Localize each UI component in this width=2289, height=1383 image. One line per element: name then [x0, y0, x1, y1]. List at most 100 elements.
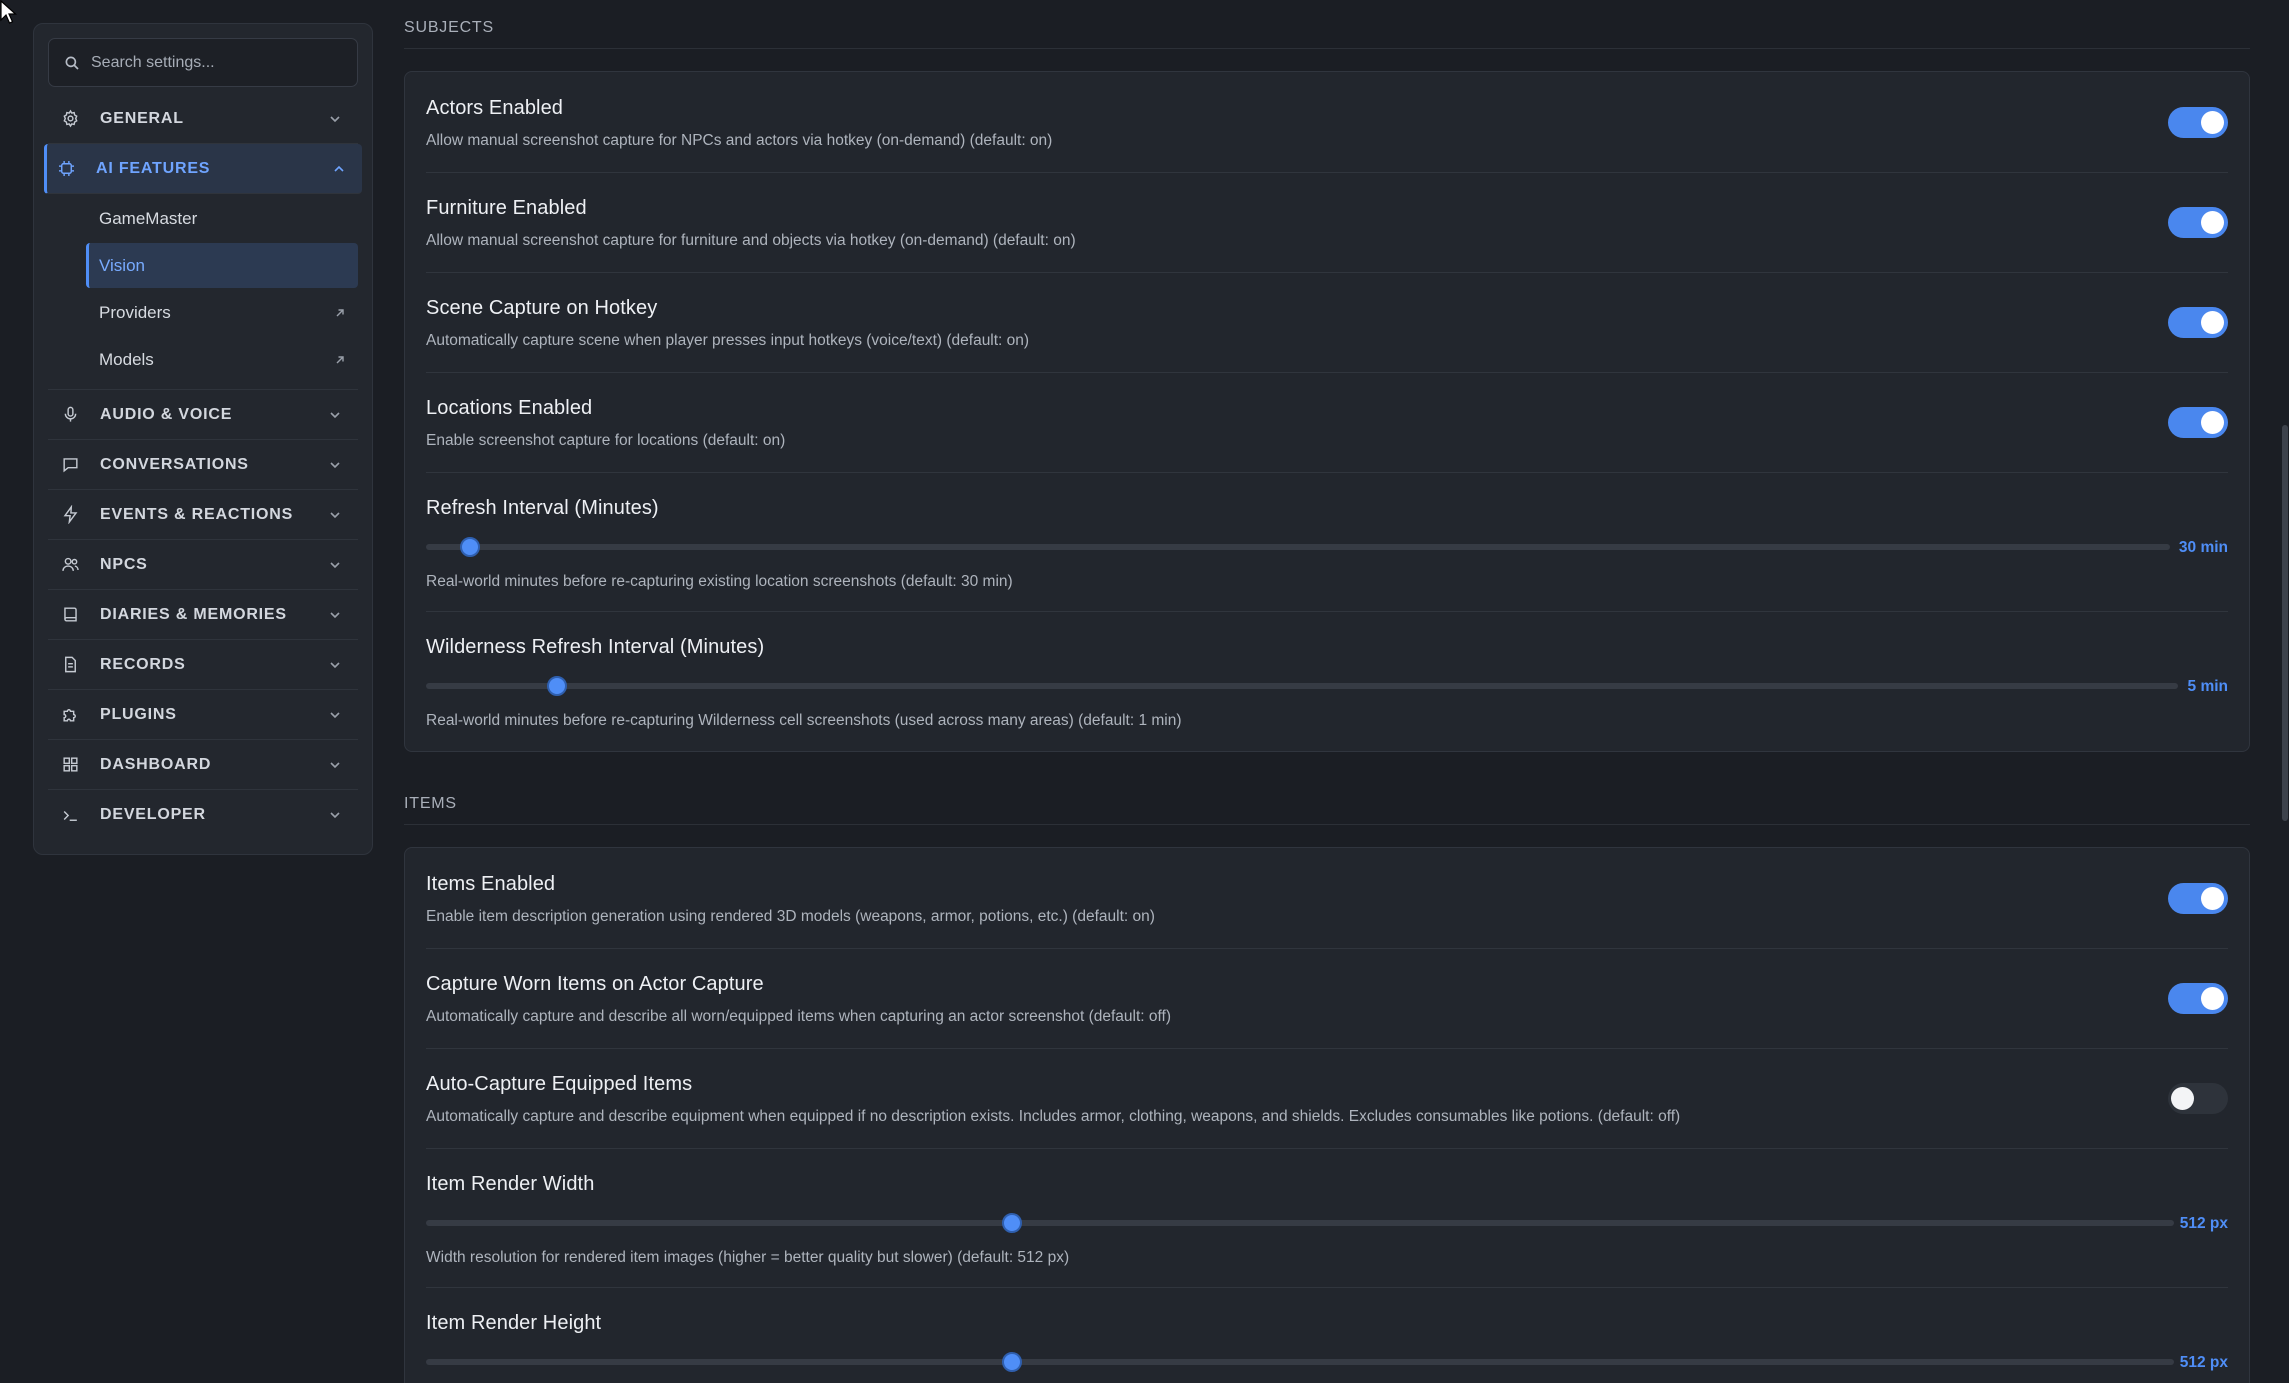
- setting-title: Refresh Interval (Minutes): [426, 497, 659, 519]
- section-divider: [404, 48, 2250, 49]
- sidebar-item-diaries-memories[interactable]: DIARIES & MEMORIES: [48, 590, 358, 640]
- chat-bubble-icon: [60, 455, 80, 475]
- setting-description: Enable item description generation using…: [426, 908, 1155, 925]
- chevron-down-icon: [330, 661, 340, 668]
- document-icon: [60, 655, 80, 675]
- slider-thumb[interactable]: [547, 676, 568, 696]
- slider-track: [426, 683, 2178, 689]
- setting-title: Item Render Width: [426, 1173, 595, 1195]
- capture-worn-items-toggle[interactable]: [2168, 983, 2228, 1014]
- external-link-icon: [336, 308, 344, 316]
- sidebar-item-general[interactable]: GENERAL: [48, 94, 358, 144]
- wilderness-refresh-slider[interactable]: [426, 676, 2178, 696]
- auto-capture-equipped-toggle[interactable]: [2168, 1083, 2228, 1114]
- sidebar-subitem-providers[interactable]: Providers: [86, 290, 358, 335]
- sidebar-item-conversations[interactable]: CONVERSATIONS: [48, 440, 358, 490]
- setting-item-render-height: Item Render Height 512 px: [426, 1288, 2228, 1383]
- section-title-items: ITEMS: [404, 795, 457, 812]
- refresh-interval-slider[interactable]: [426, 537, 2170, 557]
- slider-thumb[interactable]: [459, 537, 480, 557]
- scene-capture-toggle[interactable]: [2168, 307, 2228, 338]
- sidebar-item-label: AI FEATURES: [96, 159, 211, 177]
- grid-icon: [60, 755, 80, 775]
- sidebar-subitem-gamemaster[interactable]: GameMaster: [86, 196, 358, 241]
- sidebar-item-label: PLUGINS: [100, 705, 177, 723]
- microphone-icon: [60, 405, 80, 425]
- sidebar-item-ai-features[interactable]: AI FEATURES: [44, 144, 362, 194]
- sidebar-subitem-label: GameMaster: [99, 208, 198, 228]
- toggle-knob: [2201, 111, 2224, 134]
- section-title-subjects: SUBJECTS: [404, 19, 494, 36]
- setting-items-enabled: Items Enabled Enable item description ge…: [426, 848, 2228, 949]
- sidebar-item-dashboard[interactable]: DASHBOARD: [48, 740, 358, 790]
- sidebar-item-label: CONVERSATIONS: [100, 455, 249, 473]
- chevron-down-icon: [330, 411, 340, 418]
- setting-title: Locations Enabled: [426, 397, 593, 419]
- setting-title: Items Enabled: [426, 873, 556, 895]
- setting-title: Scene Capture on Hotkey: [426, 297, 658, 319]
- items-enabled-toggle[interactable]: [2168, 883, 2228, 914]
- setting-description: Automatically capture and describe all w…: [426, 1008, 1171, 1025]
- sidebar-item-records[interactable]: RECORDS: [48, 640, 358, 690]
- setting-title: Furniture Enabled: [426, 197, 587, 219]
- sidebar-item-developer[interactable]: DEVELOPER: [48, 790, 358, 840]
- sidebar-subitem-label: Vision: [99, 255, 145, 275]
- chevron-down-icon: [330, 561, 340, 568]
- slider-value: 5 min: [2187, 678, 2228, 695]
- setting-description: Width resolution for rendered item image…: [426, 1249, 1070, 1266]
- setting-actors-enabled: Actors Enabled Allow manual screenshot c…: [426, 72, 2228, 173]
- setting-title: Auto-Capture Equipped Items: [426, 1073, 693, 1095]
- sidebar: GENERAL AI FEATURES GameMaster Vision Pr…: [33, 23, 373, 855]
- sidebar-item-label: GENERAL: [100, 109, 184, 127]
- sidebar-item-audio-voice[interactable]: AUDIO & VOICE: [48, 390, 358, 440]
- slider-value: 30 min: [2178, 539, 2228, 556]
- sidebar-item-plugins[interactable]: PLUGINS: [48, 690, 358, 740]
- chevron-down-icon: [330, 511, 340, 518]
- toggle-knob: [2201, 311, 2224, 334]
- setting-item-render-width: Item Render Width 512 px Width resolutio…: [426, 1149, 2228, 1288]
- sidebar-item-label: DEVELOPER: [100, 806, 206, 823]
- items-card: Items Enabled Enable item description ge…: [404, 847, 2250, 1383]
- setting-description: Automatically capture scene when player …: [426, 332, 1030, 349]
- chevron-down-icon: [330, 461, 340, 468]
- scrollbar-thumb[interactable]: [2282, 425, 2288, 821]
- mouse-pointer-icon: [0, 0, 18, 24]
- slider-thumb[interactable]: [1001, 1213, 1022, 1233]
- external-link-icon: [336, 355, 344, 363]
- slider-thumb[interactable]: [1001, 1352, 1022, 1372]
- search-box[interactable]: [48, 38, 358, 87]
- toggle-knob: [2171, 1087, 2194, 1110]
- cpu-icon: [56, 159, 76, 179]
- search-input[interactable]: [91, 53, 357, 72]
- sidebar-item-events-reactions[interactable]: EVENTS & REACTIONS: [48, 490, 358, 540]
- section-divider: [404, 824, 2250, 825]
- setting-locations-enabled: Locations Enabled Enable screenshot capt…: [426, 373, 2228, 473]
- toggle-knob: [2201, 411, 2224, 434]
- sidebar-item-npcs[interactable]: NPCS: [48, 540, 358, 590]
- sidebar-subitem-models[interactable]: Models: [86, 337, 358, 382]
- sidebar-item-label: DIARIES & MEMORIES: [100, 605, 287, 623]
- search-icon: [65, 56, 79, 70]
- settings-app: GENERAL AI FEATURES GameMaster Vision Pr…: [0, 0, 2289, 1383]
- item-render-width-slider[interactable]: [426, 1213, 2174, 1233]
- item-render-height-slider[interactable]: [426, 1352, 2174, 1372]
- users-icon: [60, 555, 80, 575]
- setting-auto-capture-equipped: Auto-Capture Equipped Items Automaticall…: [426, 1049, 2228, 1149]
- slider-value: 512 px: [2179, 1354, 2228, 1371]
- terminal-icon: [60, 805, 80, 825]
- setting-description: Allow manual screenshot capture for NPCs…: [426, 132, 1053, 149]
- setting-description: Enable screenshot capture for locations …: [426, 432, 786, 449]
- ai-features-submenu: GameMaster Vision Providers Models: [48, 196, 358, 390]
- sidebar-subitem-vision[interactable]: Vision: [86, 243, 358, 288]
- lightning-icon: [60, 505, 80, 525]
- locations-enabled-toggle[interactable]: [2168, 407, 2228, 438]
- furniture-enabled-toggle[interactable]: [2168, 207, 2228, 238]
- sidebar-subitem-label: Models: [99, 349, 154, 369]
- actors-enabled-toggle[interactable]: [2168, 107, 2228, 138]
- setting-description: Allow manual screenshot capture for furn…: [426, 232, 1076, 249]
- sidebar-item-label: AUDIO & VOICE: [100, 405, 233, 423]
- setting-scene-capture: Scene Capture on Hotkey Automatically ca…: [426, 273, 2228, 373]
- slider-track: [426, 1220, 2174, 1226]
- sidebar-subitem-label: Providers: [99, 302, 171, 322]
- setting-description: Automatically capture and describe equip…: [426, 1108, 1681, 1125]
